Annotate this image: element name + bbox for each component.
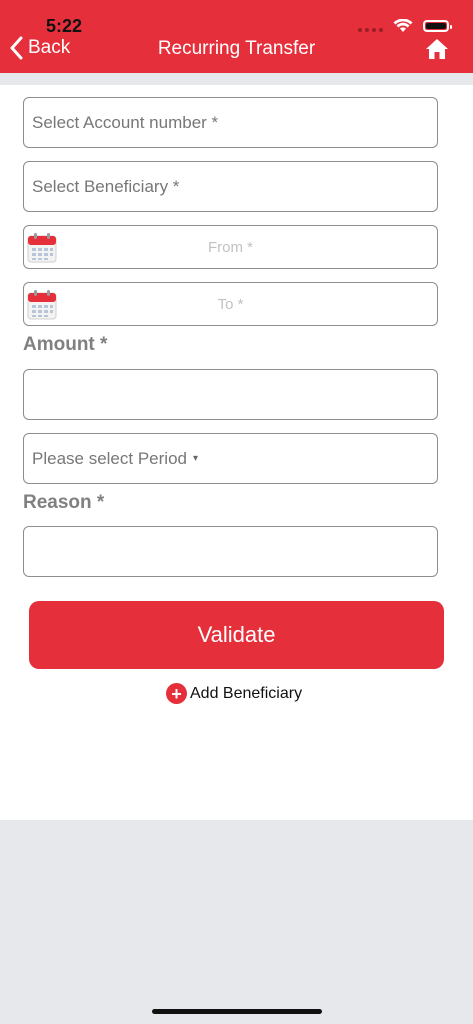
add-beneficiary-label: Add Beneficiary bbox=[190, 684, 303, 702]
to-placeholder: To * bbox=[217, 295, 244, 313]
reason-label: Reason * bbox=[23, 492, 105, 513]
add-beneficiary-link[interactable]: + Add Beneficiary bbox=[166, 683, 302, 704]
validate-button[interactable]: Validate bbox=[29, 601, 444, 669]
account-placeholder: Select Account number * bbox=[32, 112, 219, 132]
period-placeholder: Please select Period bbox=[32, 448, 187, 468]
caret-down-icon: ▾ bbox=[192, 453, 199, 464]
battery-icon bbox=[423, 20, 452, 32]
status-icons bbox=[358, 16, 452, 36]
signal-icon bbox=[358, 20, 383, 32]
wifi-icon bbox=[393, 19, 413, 32]
page-title: Recurring Transfer bbox=[157, 38, 316, 59]
period-select[interactable]: Please select Period ▾ bbox=[23, 433, 438, 484]
beneficiary-select[interactable]: Select Beneficiary * bbox=[23, 161, 438, 212]
plus-circle-icon: + bbox=[166, 683, 187, 704]
from-date-field[interactable]: From * bbox=[23, 225, 438, 269]
reason-input[interactable] bbox=[23, 526, 438, 577]
to-date-field[interactable]: To * bbox=[23, 282, 438, 326]
from-placeholder: From * bbox=[208, 238, 253, 256]
amount-input[interactable] bbox=[23, 369, 438, 420]
status-time: 5:22 bbox=[46, 16, 83, 36]
home-icon[interactable] bbox=[425, 38, 449, 60]
home-indicator[interactable] bbox=[152, 1009, 322, 1014]
app-header: 5:22 Back Recurring Transfer bbox=[0, 0, 473, 73]
validate-label: Validate bbox=[197, 622, 276, 647]
amount-label: Amount * bbox=[23, 334, 108, 355]
account-select[interactable]: Select Account number * bbox=[23, 97, 438, 148]
beneficiary-placeholder: Select Beneficiary * bbox=[32, 176, 180, 196]
